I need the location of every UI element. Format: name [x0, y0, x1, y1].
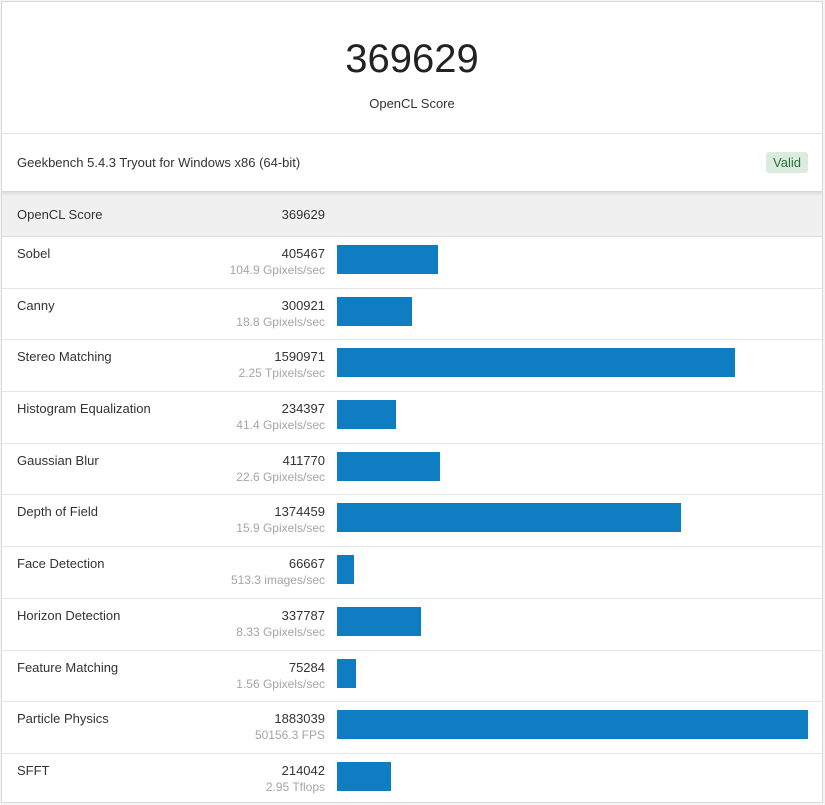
- benchmark-info-bar: Geekbench 5.4.3 Tryout for Windows x86 (…: [2, 134, 822, 192]
- workload-score: 405467: [281, 246, 325, 261]
- workload-row: Sobel 405467 104.9 Gpixels/sec: [2, 237, 822, 289]
- workload-row: Horizon Detection 337787 8.33 Gpixels/sec: [2, 599, 822, 651]
- workload-row: Histogram Equalization 234397 41.4 Gpixels…: [2, 392, 822, 444]
- workload-throughput: 2.25 Tpixels/sec: [238, 366, 326, 381]
- workload-name: Stereo Matching: [17, 349, 112, 365]
- workload-name: Sobel: [17, 246, 51, 261]
- results-card: 369629 OpenCL Score Geekbench 5.4.3 Tryo…: [1, 1, 823, 803]
- workload-score: 300921: [281, 297, 325, 313]
- workload-score-bar: [337, 555, 354, 585]
- valid-badge: Valid: [766, 152, 808, 173]
- workload-throughput: 8.33 Gpixels/sec: [236, 624, 325, 639]
- workload-score-bar: [337, 710, 808, 740]
- workload-name: Feature Matching: [17, 659, 119, 675]
- workload-name: Canny: [17, 297, 55, 313]
- workload-score-bar: [337, 245, 438, 274]
- workload-name: SFFT: [17, 762, 50, 778]
- workload-score-bar: [337, 761, 391, 791]
- workload-score-bar: [337, 451, 440, 481]
- summary-name: OpenCL Score: [17, 206, 103, 222]
- workload-score-bar: [337, 348, 735, 378]
- workload-throughput: 41.4 Gpixels/sec: [236, 418, 325, 433]
- opencl-score-value: 369629: [345, 37, 479, 81]
- workload-row: Feature Matching 75284 1.56 Gpixels/sec: [2, 651, 822, 703]
- workload-name: Face Detection: [17, 556, 105, 572]
- workload-name: Particle Physics: [17, 711, 109, 727]
- workload-throughput: 15.9 Gpixels/sec: [236, 521, 325, 536]
- workload-score-bar: [337, 400, 396, 430]
- workload-row: Stereo Matching 1590971 2.25 Tpixels/sec: [2, 340, 822, 393]
- summary-row: OpenCL Score 369629: [2, 192, 822, 237]
- workload-throughput: 513.3 images/sec: [230, 573, 325, 588]
- workload-row: Gaussian Blur 411770 22.6 Gpixels/sec: [2, 444, 822, 496]
- workload-score: 66667: [288, 556, 325, 572]
- workload-row: Depth of Field 1374459 15.9 Gpixels/sec: [2, 495, 822, 548]
- workload-score: 234397: [281, 401, 325, 417]
- workload-score: 1883039: [274, 711, 325, 727]
- workload-results-list: Sobel 405467 104.9 Gpixels/sec Canny 300921 1…: [2, 237, 822, 802]
- workload-throughput: 22.6 Gpixels/sec: [236, 469, 325, 484]
- workload-row: Particle Physics 1883039 50156.3 FPS: [2, 702, 822, 754]
- workload-name: Horizon Detection: [17, 607, 121, 623]
- benchmark-version-title: Geekbench 5.4.3 Tryout for Windows x86 (…: [17, 155, 301, 170]
- workload-score: 411770: [282, 452, 325, 468]
- workload-score: 1590971: [274, 349, 325, 365]
- workload-name: Histogram Equalization: [17, 401, 151, 417]
- workload-score: 1374459: [274, 504, 325, 520]
- workload-row: Canny 300921 18.8 Gpixels/sec: [2, 289, 822, 341]
- workload-name: Gaussian Blur: [17, 452, 99, 468]
- workload-throughput: 50156.3 FPS: [254, 728, 325, 743]
- workload-score-bar: [337, 606, 421, 636]
- workload-throughput: 104.9 Gpixels/sec: [229, 263, 325, 277]
- workload-row: SFFT 214042 2.95 Tflops: [2, 754, 822, 802]
- workload-score: 214042: [281, 762, 325, 778]
- workload-throughput: 1.56 Gpixels/sec: [236, 676, 325, 691]
- workload-row: Face Detection 66667 513.3 images/sec: [2, 547, 822, 599]
- workload-score: 75284: [288, 659, 325, 675]
- workload-throughput: 2.95 Tflops: [265, 779, 325, 794]
- workload-score: 337787: [281, 607, 325, 623]
- workload-score-bar: [337, 503, 681, 533]
- workload-name: Depth of Field: [17, 504, 98, 520]
- summary-value: 369629: [281, 206, 325, 222]
- workload-score-bar: [337, 658, 356, 688]
- workload-throughput: 18.8 Gpixels/sec: [236, 314, 325, 329]
- workload-score-bar: [337, 296, 412, 326]
- score-header: 369629 OpenCL Score: [2, 2, 822, 134]
- opencl-score-label: OpenCL Score: [369, 96, 455, 111]
